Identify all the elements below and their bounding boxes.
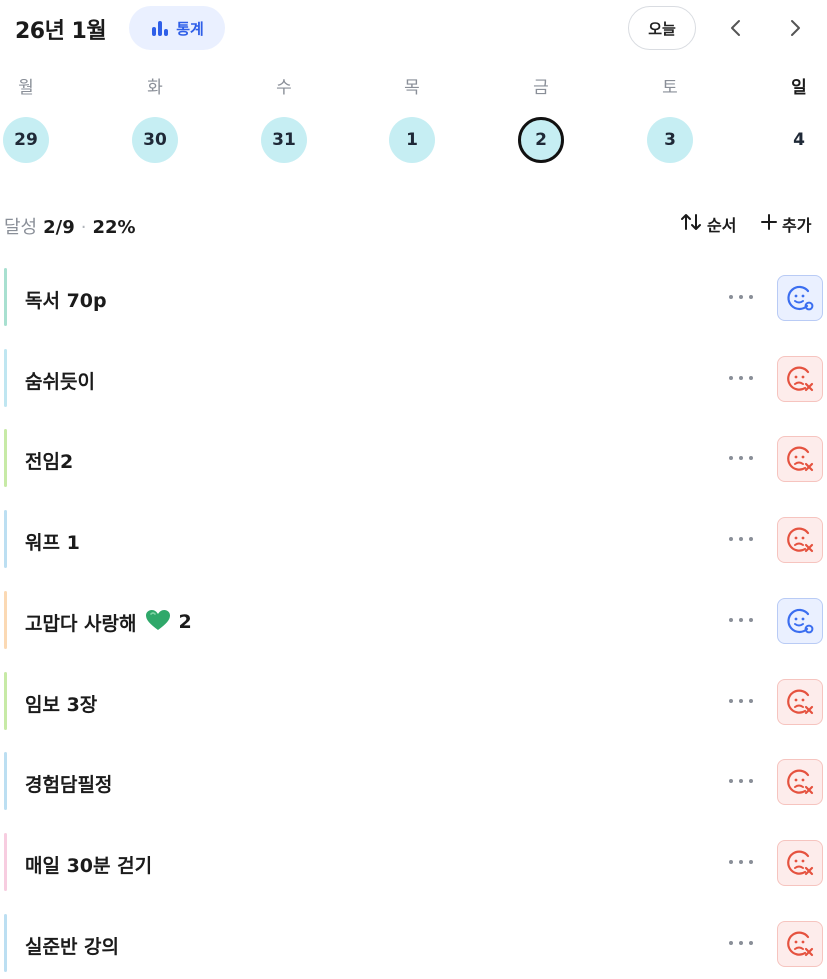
habit-label: 독서 70p — [25, 286, 107, 313]
day-name: 수 — [276, 78, 292, 98]
habit-item[interactable]: 워프 1 — [0, 504, 827, 574]
habit-label: 고맙다 사랑해 2 — [25, 609, 192, 636]
habit-title: 매일 30분 걷기 — [25, 854, 153, 877]
habit-item[interactable]: 독서 70p — [0, 262, 827, 332]
habit-color-bar — [4, 510, 7, 569]
day-column-tue: 화 30 — [125, 74, 185, 174]
stats-label: 통계 — [176, 19, 204, 38]
more-horizontal-icon[interactable] — [725, 607, 757, 633]
habit-item[interactable]: 실준반 강의 — [0, 908, 827, 978]
day-name: 화 — [147, 78, 163, 98]
habit-label: 경험담필정 — [25, 770, 112, 797]
habit-title: 실준반 강의 — [25, 935, 120, 958]
habit-label: 임보 3장 — [25, 690, 97, 717]
day-column-wed: 수 31 — [254, 74, 314, 174]
habit-color-bar — [4, 348, 7, 407]
more-horizontal-icon[interactable] — [725, 688, 757, 714]
achieve-label: 달성 — [4, 217, 38, 238]
stats-button[interactable]: 통계 — [129, 6, 225, 50]
smile-check-icon[interactable] — [777, 597, 823, 644]
habit-title: 경험담필정 — [25, 774, 113, 797]
green-heart-icon — [145, 609, 171, 636]
day-name: 토 — [662, 78, 678, 98]
week-strip: 월 29 화 30 수 31 목 1 금 2 토 3 일 4 — [0, 74, 827, 174]
habit-color-bar — [4, 671, 7, 730]
day-name: 월 — [18, 78, 34, 98]
habit-label: 워프 1 — [25, 528, 80, 555]
habit-label: 숨쉬듯이 — [25, 367, 95, 394]
habit-item[interactable]: 숨쉬듯이 — [0, 343, 827, 413]
more-horizontal-icon[interactable] — [725, 849, 757, 875]
summary-row: 달성 2/9 · 22% 순서 추가 — [0, 208, 827, 244]
habit-color-bar — [4, 752, 7, 811]
frown-x-icon[interactable] — [777, 920, 823, 967]
habit-label: 매일 30분 걷기 — [25, 851, 152, 878]
habit-title: 임보 3장 — [25, 693, 98, 716]
date-button[interactable]: 1 — [389, 117, 435, 163]
calendar-header: 26년 1월 통계 오늘 — [0, 0, 827, 58]
habit-label: 실준반 강의 — [25, 932, 119, 959]
chevron-right-icon[interactable] — [781, 14, 809, 42]
chevron-left-icon[interactable] — [722, 14, 750, 42]
more-horizontal-icon[interactable] — [725, 284, 757, 310]
day-column-fri: 금 2 — [511, 74, 571, 174]
frown-x-icon[interactable] — [777, 759, 823, 806]
day-column-sun: 일 4 — [769, 74, 827, 174]
habit-item[interactable]: 매일 30분 걷기 — [0, 827, 827, 897]
frown-x-icon[interactable] — [777, 436, 823, 483]
date-button[interactable]: 31 — [261, 117, 307, 163]
date-button[interactable]: 29 — [3, 117, 49, 163]
habit-label: 전임2 — [25, 447, 73, 474]
bar-chart-icon — [150, 19, 170, 37]
date-button[interactable]: 30 — [132, 117, 178, 163]
habit-item[interactable]: 경험담필정 — [0, 746, 827, 816]
habit-color-bar — [4, 429, 7, 488]
achieve-ratio: 2/9 — [43, 217, 75, 238]
frown-x-icon[interactable] — [777, 355, 823, 402]
day-name: 목 — [404, 78, 420, 98]
habit-title: 전임2 — [25, 451, 74, 474]
habit-color-bar — [4, 590, 7, 649]
month-title: 26년 1월 — [15, 19, 107, 44]
habit-item[interactable]: 고맙다 사랑해 2 — [0, 585, 827, 655]
add-label: 추가 — [782, 216, 812, 235]
smile-check-icon[interactable] — [777, 275, 823, 321]
frown-x-icon[interactable] — [777, 678, 823, 725]
day-name: 일 — [791, 78, 807, 98]
today-button[interactable]: 오늘 — [628, 6, 696, 50]
day-column-mon: 월 29 — [0, 74, 56, 174]
more-horizontal-icon[interactable] — [725, 526, 757, 552]
more-horizontal-icon[interactable] — [725, 768, 757, 794]
habit-color-bar — [4, 832, 7, 891]
achieve-percent: 22% — [92, 217, 136, 238]
frown-x-icon[interactable] — [777, 839, 823, 886]
habit-item[interactable]: 전임2 — [0, 423, 827, 493]
day-name: 금 — [533, 78, 549, 98]
achievement-summary: 달성 2/9 · 22% — [4, 213, 136, 239]
more-horizontal-icon[interactable] — [725, 365, 757, 391]
habit-title: 고맙다 사랑해 — [25, 612, 137, 635]
habit-title: 독서 70p — [25, 290, 107, 312]
date-button[interactable]: 4 — [776, 117, 822, 163]
date-button-selected[interactable]: 2 — [518, 117, 564, 163]
separator: · — [80, 217, 87, 238]
add-button[interactable]: 추가 — [760, 212, 811, 236]
habit-color-bar — [4, 268, 7, 326]
habit-item[interactable]: 임보 3장 — [0, 666, 827, 736]
more-horizontal-icon[interactable] — [725, 930, 757, 956]
day-column-thu: 목 1 — [382, 74, 442, 174]
sort-button[interactable]: 순서 — [679, 212, 736, 236]
habit-title: 숨쉬듯이 — [25, 370, 95, 393]
habit-color-bar — [4, 913, 7, 972]
habit-suffix: 2 — [178, 611, 192, 634]
date-button[interactable]: 3 — [647, 117, 693, 163]
sort-arrows-icon — [679, 212, 703, 236]
more-horizontal-icon[interactable] — [725, 445, 757, 471]
sort-label: 순서 — [707, 216, 737, 235]
plus-icon — [760, 213, 778, 235]
day-column-sat: 토 3 — [640, 74, 700, 174]
habit-title: 워프 1 — [25, 532, 80, 555]
frown-x-icon[interactable] — [777, 517, 823, 564]
